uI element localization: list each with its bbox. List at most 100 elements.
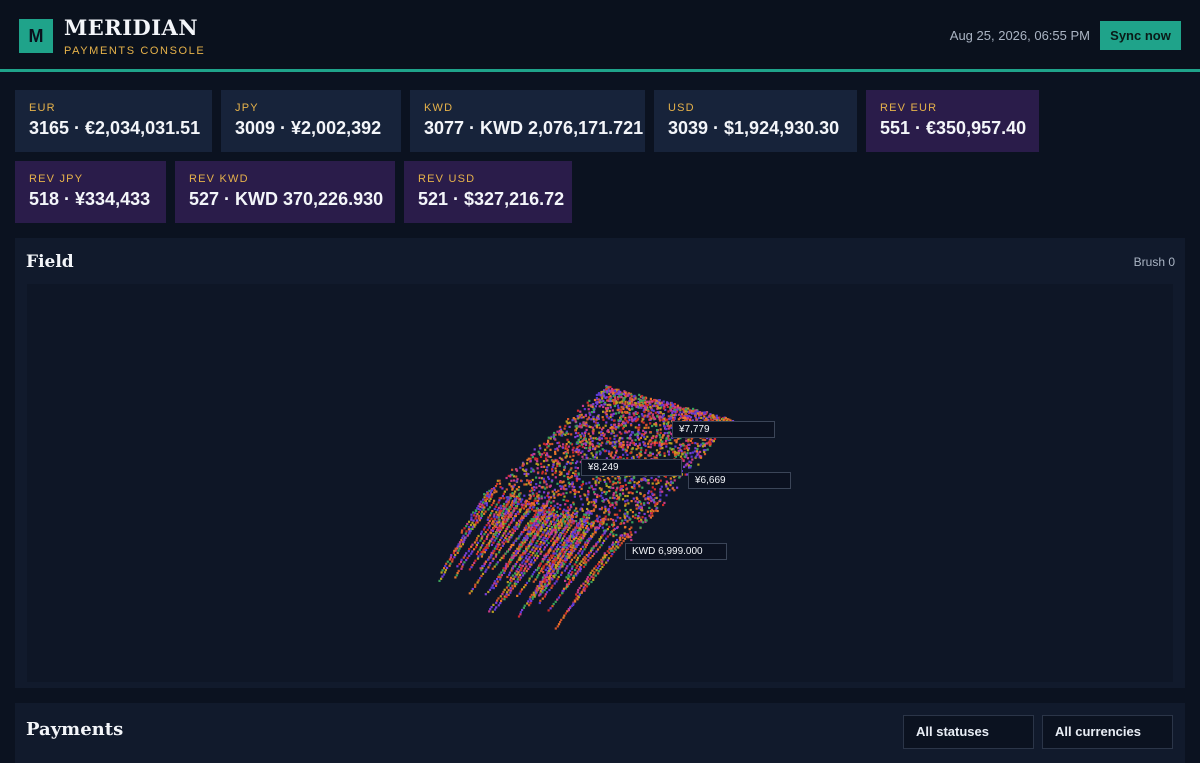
particle xyxy=(527,501,530,504)
particle xyxy=(614,477,617,480)
particle xyxy=(567,418,570,421)
particle xyxy=(595,529,598,532)
particle xyxy=(549,520,552,523)
particle xyxy=(611,409,614,412)
particle xyxy=(511,567,514,570)
particle xyxy=(659,498,662,501)
particle xyxy=(628,416,631,419)
particle xyxy=(621,519,624,522)
particle xyxy=(606,441,609,444)
particle xyxy=(496,523,499,526)
particle xyxy=(559,621,562,624)
particle xyxy=(642,441,645,444)
particle xyxy=(696,448,699,451)
sync-now-button[interactable]: Sync now xyxy=(1100,21,1181,50)
particle xyxy=(548,556,551,559)
particle xyxy=(605,491,608,494)
particle xyxy=(582,515,585,519)
particle xyxy=(613,437,616,441)
particle xyxy=(652,510,655,513)
particle xyxy=(547,492,550,495)
particle xyxy=(692,412,695,415)
particle xyxy=(571,576,574,580)
status-filter-select[interactable]: All statuses xyxy=(903,715,1034,749)
particle xyxy=(504,512,507,515)
particle xyxy=(518,494,521,498)
particle xyxy=(536,460,539,463)
particle xyxy=(567,556,570,559)
particle xyxy=(486,544,489,547)
particle xyxy=(597,481,600,484)
particle xyxy=(465,552,468,555)
particle xyxy=(546,494,549,497)
particle xyxy=(536,515,540,518)
particle xyxy=(659,424,662,427)
particle xyxy=(488,519,491,522)
particle xyxy=(480,569,483,572)
particle xyxy=(528,510,531,513)
particle xyxy=(663,432,666,435)
particle xyxy=(603,511,606,514)
particle xyxy=(467,532,471,535)
particle xyxy=(686,415,690,418)
particle xyxy=(582,561,585,564)
particle xyxy=(521,608,524,612)
particle xyxy=(463,554,466,557)
particle xyxy=(547,441,550,444)
particle xyxy=(505,476,508,480)
particle xyxy=(527,558,530,561)
particle xyxy=(529,460,532,463)
stat-value: 3165 · €2,034,031.51 xyxy=(29,118,201,138)
particle xyxy=(685,445,688,448)
particle xyxy=(676,486,679,489)
particle xyxy=(501,516,504,519)
particle xyxy=(549,528,552,531)
particle xyxy=(528,579,531,582)
field-scatter[interactable] xyxy=(27,284,1173,682)
particle xyxy=(552,435,556,438)
particle xyxy=(658,444,661,447)
particle xyxy=(529,494,532,497)
particle xyxy=(582,434,585,437)
particle xyxy=(597,570,601,573)
particle xyxy=(572,511,575,514)
particle xyxy=(606,477,609,480)
particle xyxy=(662,442,665,445)
particle xyxy=(582,531,585,534)
particle xyxy=(519,611,522,614)
particle xyxy=(581,483,585,486)
particle xyxy=(634,404,637,407)
particle xyxy=(584,587,587,590)
particle xyxy=(588,442,591,445)
particle xyxy=(582,582,585,585)
particle xyxy=(495,537,498,540)
particle xyxy=(508,573,511,576)
particle xyxy=(563,468,566,471)
particle xyxy=(655,496,658,499)
particle xyxy=(619,534,622,537)
particle xyxy=(480,512,483,516)
particle xyxy=(476,557,480,560)
field-canvas[interactable]: ¥7,779 ¥8,249 ¥6,669 KWD 6,999.000 xyxy=(27,284,1173,682)
currency-filter-select[interactable]: All currencies xyxy=(1042,715,1173,749)
particle xyxy=(499,538,502,542)
particle xyxy=(500,599,503,603)
particle xyxy=(610,387,614,391)
particle xyxy=(619,522,622,525)
particle xyxy=(574,554,578,557)
particle xyxy=(545,552,548,555)
particle xyxy=(572,503,575,506)
particle xyxy=(577,524,580,527)
particle xyxy=(656,429,659,432)
particle xyxy=(582,416,585,419)
particle xyxy=(507,540,510,543)
particle xyxy=(551,466,554,469)
particle xyxy=(669,484,672,487)
particle xyxy=(453,556,456,559)
particle xyxy=(545,579,548,582)
particle xyxy=(622,392,625,396)
particle xyxy=(575,515,578,518)
particle xyxy=(626,494,629,498)
particle xyxy=(619,517,622,520)
particle xyxy=(557,575,560,579)
